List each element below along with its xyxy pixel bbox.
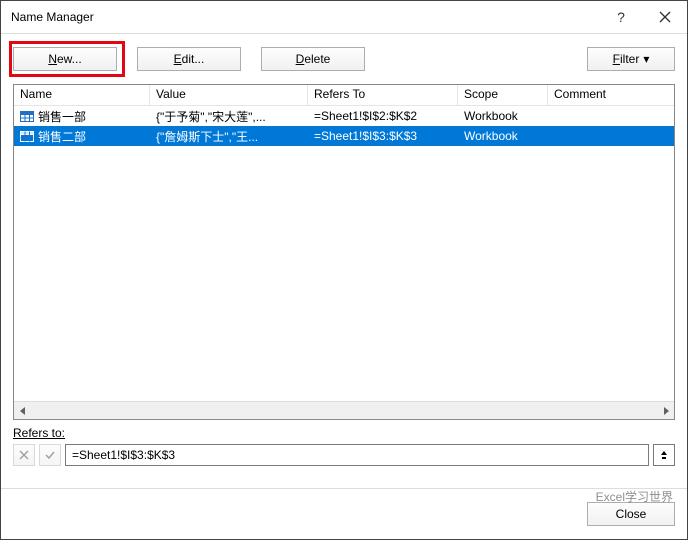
cancel-edit-button — [13, 444, 35, 466]
x-icon — [18, 449, 30, 461]
refers-to-input[interactable] — [65, 444, 649, 466]
delete-button[interactable]: Delete — [261, 47, 365, 71]
cell-name: 销售一部 — [14, 106, 150, 127]
grid-body[interactable]: 销售一部{"于予菊","宋大莲",...=Sheet1!$I$2:$K$2Wor… — [14, 106, 674, 401]
edit-button[interactable]: Edit... — [137, 47, 241, 71]
caret-down-icon: ▾ — [643, 52, 649, 66]
cell-scope: Workbook — [458, 127, 548, 145]
col-header-name[interactable]: Name — [14, 85, 150, 105]
col-header-comment[interactable]: Comment — [548, 85, 674, 105]
table-row[interactable]: 销售二部{"詹姆斯下士","王...=Sheet1!$I$3:$K$3Workb… — [14, 126, 674, 146]
horizontal-scrollbar[interactable] — [14, 401, 674, 419]
toolbar: New... Edit... Delete Filter ▾ — [1, 34, 687, 84]
cell-value: {"于予菊","宋大莲",... — [150, 106, 308, 127]
refers-to-section: Refers to: — [13, 426, 675, 466]
cell-value: {"詹姆斯下士","王... — [150, 126, 308, 147]
collapse-dialog-button[interactable] — [653, 444, 675, 466]
table-icon — [20, 131, 34, 142]
names-grid: Name Value Refers To Scope Comment 销售一部{… — [13, 84, 675, 420]
commit-edit-button — [39, 444, 61, 466]
close-button[interactable]: Close — [587, 502, 675, 526]
scroll-left-button[interactable] — [14, 402, 31, 419]
col-header-value[interactable]: Value — [150, 85, 308, 105]
table-row[interactable]: 销售一部{"于予菊","宋大莲",...=Sheet1!$I$2:$K$2Wor… — [14, 106, 674, 126]
collapse-icon — [659, 450, 669, 460]
col-header-refers[interactable]: Refers To — [308, 85, 458, 105]
col-header-scope[interactable]: Scope — [458, 85, 548, 105]
triangle-left-icon — [19, 407, 27, 415]
cell-comment — [548, 114, 674, 118]
new-button[interactable]: New... — [13, 47, 117, 71]
cell-refers: =Sheet1!$I$2:$K$2 — [308, 107, 458, 125]
check-icon — [44, 449, 56, 461]
triangle-right-icon — [662, 407, 670, 415]
cell-comment — [548, 134, 674, 138]
refers-to-label: Refers to: — [13, 426, 65, 440]
close-window-button[interactable] — [643, 1, 687, 33]
scroll-right-button[interactable] — [657, 402, 674, 419]
window-title: Name Manager — [11, 10, 599, 24]
name-manager-dialog: Name Manager ? New... Edit... Delete Fil… — [0, 0, 688, 540]
dialog-footer: Close — [1, 488, 687, 539]
help-button[interactable]: ? — [599, 9, 643, 25]
close-icon — [659, 11, 671, 23]
filter-button[interactable]: Filter ▾ — [587, 47, 675, 71]
titlebar: Name Manager ? — [1, 1, 687, 34]
cell-scope: Workbook — [458, 107, 548, 125]
table-icon — [20, 111, 34, 122]
grid-header[interactable]: Name Value Refers To Scope Comment — [14, 85, 674, 106]
cell-name: 销售二部 — [14, 126, 150, 147]
cell-refers: =Sheet1!$I$3:$K$3 — [308, 127, 458, 145]
